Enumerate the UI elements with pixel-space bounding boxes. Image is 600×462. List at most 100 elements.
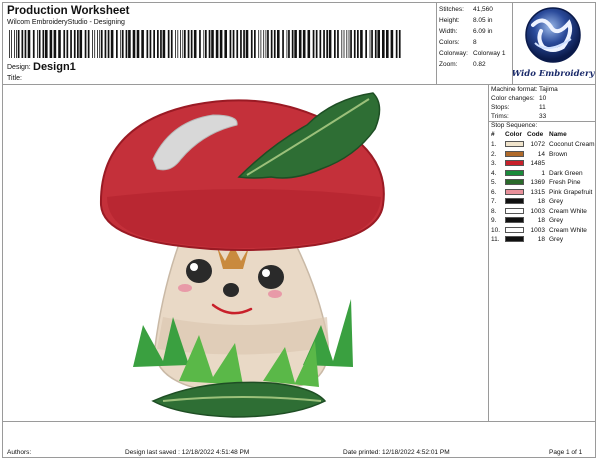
footer: Authors: Design last saved : 12/18/2022 … bbox=[3, 421, 595, 458]
barcode-bar bbox=[250, 30, 253, 58]
barcode-bar bbox=[170, 30, 173, 58]
stat-label: Height: bbox=[439, 17, 460, 24]
barcode-bar bbox=[369, 30, 371, 58]
barcode-bar bbox=[236, 30, 239, 58]
stop-row: 2. 14 Brown bbox=[491, 150, 595, 160]
stat-label: Colors: bbox=[439, 39, 460, 46]
date-printed: Date printed: 12/18/2022 4:52:01 PM bbox=[343, 449, 450, 456]
stat-label: Width: bbox=[439, 28, 458, 35]
barcode-bar bbox=[254, 30, 256, 58]
thread-code: 18 bbox=[537, 236, 545, 243]
thread-name: Fresh Pine bbox=[549, 179, 581, 186]
design-label: Design: bbox=[7, 64, 31, 71]
thread-code: 1003 bbox=[530, 207, 545, 215]
thread-name: Cream White bbox=[549, 207, 587, 215]
design-name: Design1 bbox=[33, 61, 76, 73]
barcode-bar bbox=[270, 30, 273, 58]
barcode bbox=[9, 30, 401, 58]
wido-logo: Wido Embroidery bbox=[512, 7, 595, 79]
stop-row: 10. 1003 Cream White bbox=[491, 226, 595, 236]
barcode-bar bbox=[215, 30, 219, 58]
barcode-bar bbox=[265, 30, 267, 58]
barcode-bar bbox=[136, 30, 140, 58]
barcode-bar bbox=[132, 30, 136, 58]
barcode-bar bbox=[298, 30, 302, 58]
barcode-bar bbox=[263, 30, 265, 58]
barcode-bar bbox=[323, 30, 325, 58]
stats-panel: Stitches: 41,560 Height: 8.05 in Width: 6.0… bbox=[437, 3, 513, 85]
thread-name: Pink Grapefruit bbox=[549, 188, 593, 196]
barcode-bar bbox=[110, 30, 114, 58]
barcode-bar bbox=[53, 30, 57, 58]
color-swatch bbox=[505, 150, 524, 157]
barcode-bar bbox=[42, 30, 45, 58]
barcode-bar bbox=[232, 30, 235, 58]
thread-code: 1485 bbox=[530, 160, 545, 167]
header-color: Color bbox=[505, 131, 522, 138]
color-swatch bbox=[505, 198, 524, 204]
header-panel: Production Worksheet Wilcom EmbroiderySt… bbox=[3, 3, 437, 85]
barcode-bar bbox=[100, 30, 103, 58]
logo-text: Wido Embroidery bbox=[513, 69, 595, 79]
thread-code: 18 bbox=[537, 217, 545, 224]
stat-row: Width: 6.09 in bbox=[439, 28, 493, 35]
barcode-bar bbox=[229, 30, 232, 58]
barcode-bar bbox=[99, 30, 101, 58]
barcode-bar bbox=[346, 30, 348, 58]
barcode-bar bbox=[240, 30, 242, 58]
machine-row: Machine format:Tajima bbox=[491, 86, 558, 93]
thread-name: Grey bbox=[549, 236, 564, 243]
barcode-bar bbox=[141, 30, 144, 58]
color-swatch bbox=[505, 141, 524, 147]
thread-code: 1 bbox=[541, 169, 545, 177]
worksheet-subtitle: Wilcom EmbroideryStudio - Designing bbox=[7, 19, 125, 26]
barcode-bar bbox=[177, 30, 179, 58]
thread-code: 1369 bbox=[530, 179, 545, 186]
machine-value: 33 bbox=[539, 113, 547, 120]
machine-label: Trims: bbox=[491, 113, 509, 120]
logo-panel: Wido Embroidery bbox=[512, 3, 595, 85]
stat-row: Colors: 8 bbox=[439, 39, 477, 46]
machine-value: 10 bbox=[539, 95, 547, 102]
stop-number: 2. bbox=[491, 150, 497, 158]
stat-value: 0.82 bbox=[473, 61, 486, 68]
stat-row: Stitches: 41,560 bbox=[439, 6, 493, 13]
thread-name: Coconut Cream bbox=[549, 141, 595, 148]
barcode-bar bbox=[208, 30, 211, 58]
barcode-bar bbox=[121, 30, 124, 58]
barcode-bar bbox=[205, 30, 207, 58]
machine-row: Trims: 33 bbox=[491, 113, 546, 120]
header-name: Name bbox=[549, 131, 567, 138]
barcode-bar bbox=[365, 30, 367, 58]
barcode-bar bbox=[17, 30, 20, 58]
barcode-bar bbox=[9, 30, 10, 58]
header-num: # bbox=[491, 131, 495, 138]
stop-row: 8. 1003 Cream White bbox=[491, 207, 595, 217]
barcode-bar bbox=[107, 30, 110, 58]
barcode-bar bbox=[348, 30, 350, 58]
barcode-bar bbox=[180, 30, 181, 58]
barcode-bar bbox=[319, 30, 322, 58]
barcode-bar bbox=[187, 30, 190, 58]
barcode-bar bbox=[312, 30, 315, 58]
barcode-bar bbox=[337, 30, 339, 58]
barcode-bar bbox=[70, 30, 72, 58]
barcode-bar bbox=[125, 30, 128, 58]
barcode-bar bbox=[146, 30, 149, 58]
barcode-bar bbox=[27, 30, 31, 58]
stop-row: 4. 1 Dark Green bbox=[491, 169, 595, 179]
barcode-bar bbox=[282, 30, 284, 58]
stop-number: 5. bbox=[491, 179, 497, 186]
stop-number: 7. bbox=[491, 198, 497, 205]
thread-code: 1003 bbox=[530, 226, 545, 234]
machine-value: Tajima bbox=[539, 86, 558, 93]
barcode-bar bbox=[58, 30, 61, 58]
barcode-bar bbox=[377, 30, 380, 58]
color-swatch bbox=[505, 217, 524, 223]
barcode-bar bbox=[350, 30, 352, 58]
barcode-bar bbox=[66, 30, 69, 58]
barcode-bar bbox=[193, 30, 197, 58]
barcode-bar bbox=[162, 30, 166, 58]
barcode-bar bbox=[14, 30, 15, 58]
stat-value: 6.09 in bbox=[473, 28, 493, 35]
